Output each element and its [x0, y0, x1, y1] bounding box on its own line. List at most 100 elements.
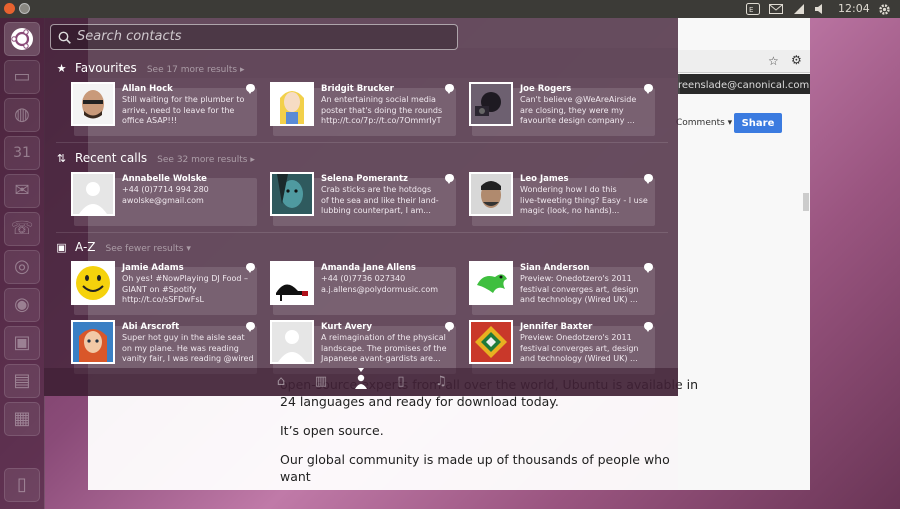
- see-fewer-label: See fewer results: [105, 244, 184, 254]
- comments-dropdown[interactable]: Comments ▾: [676, 118, 732, 128]
- avatar: [71, 320, 115, 364]
- media-icon[interactable]: ◉: [4, 288, 40, 322]
- message-bubble-icon: [644, 84, 653, 94]
- contact-status: Can't believe @WeAreAirside are closing,…: [520, 95, 637, 125]
- mail-app-icon[interactable]: ✉: [4, 174, 40, 208]
- message-bubble-icon: [644, 263, 653, 273]
- contact-card[interactable]: Amanda Jane Allens +44 (0)7736 027340 a.…: [270, 261, 456, 315]
- contact-card[interactable]: Joe Rogers Can't believe @WeAreAirside a…: [469, 82, 655, 136]
- contact-name: Joe Rogers: [520, 84, 572, 94]
- star-icon: ★: [56, 62, 67, 75]
- contact-name: Amanda Jane Allens: [321, 263, 416, 273]
- message-bubble-icon: [445, 322, 454, 332]
- contact-status: Wondering how I do this live-tweeting th…: [520, 185, 648, 215]
- gear-icon[interactable]: [876, 2, 892, 16]
- message-bubble-icon: [246, 263, 255, 273]
- recent-calls-icon: ⇅: [56, 152, 67, 165]
- see-fewer-link[interactable]: See fewer results ▾: [106, 244, 191, 254]
- section-recent-calls[interactable]: ⇅ Recent calls See 32 more results ▸: [56, 151, 255, 165]
- launcher: ▭ ◍ 31 ✉ ☏ ◎ ◉ ▣ ▤ ▦ ▯: [0, 18, 45, 509]
- contact-name: Abi Arscroft: [122, 322, 180, 332]
- search-icon: [58, 31, 71, 44]
- maximize-window-button[interactable]: [19, 3, 30, 14]
- avatar: [469, 261, 513, 305]
- bookmark-star-icon[interactable]: ☆: [768, 54, 779, 68]
- keyboard-layout-icon[interactable]: E: [745, 2, 761, 16]
- contact-card[interactable]: Jamie Adams Oh yes! #NowPlaying DJ Food …: [71, 261, 257, 315]
- avatar: [469, 172, 513, 216]
- home-folder-icon[interactable]: ▭: [4, 60, 40, 94]
- contact-status: Crab sticks are the hotdogs of the sea a…: [321, 185, 439, 215]
- contact-card[interactable]: Annabelle Wolske +44 (0)7714 994 280 awo…: [71, 172, 257, 226]
- section-title: Favourites: [75, 61, 137, 75]
- contact-card[interactable]: Selena Pomerantz Crab sticks are the hot…: [270, 172, 456, 226]
- section-title: A-Z: [75, 240, 96, 254]
- top-panel: E 12:04: [0, 0, 900, 18]
- avatar: [71, 82, 115, 126]
- applications-lens-icon[interactable]: ▥: [313, 374, 329, 390]
- calendar-icon[interactable]: 31: [4, 136, 40, 170]
- music-lens-icon[interactable]: ♫: [433, 374, 449, 390]
- divider: [56, 232, 668, 233]
- contact-status: Super hot guy in the aisle seat on my pl…: [122, 333, 254, 363]
- contact-name: Bridgit Brucker: [321, 84, 394, 94]
- see-more-link[interactable]: See 17 more results ▸: [147, 65, 245, 75]
- dash-home-button[interactable]: [4, 22, 40, 56]
- section-favourites[interactable]: ★ Favourites See 17 more results ▸: [56, 61, 245, 75]
- wrench-icon[interactable]: ⚙: [791, 53, 802, 67]
- files-lens-icon[interactable]: ▯: [393, 374, 409, 390]
- volume-icon[interactable]: [813, 2, 827, 16]
- contact-card[interactable]: Allan Hock Still waiting for the plumber…: [71, 82, 257, 136]
- contact-name: Sian Anderson: [520, 263, 590, 273]
- share-button[interactable]: Share: [734, 113, 782, 133]
- active-lens-indicator: [358, 368, 364, 372]
- contact-card[interactable]: Jennifer Baxter Preview: Onedotzero's 20…: [469, 320, 655, 374]
- trash-icon[interactable]: ▯: [4, 468, 40, 502]
- dash-edge: [678, 18, 680, 396]
- search-box[interactable]: [50, 24, 458, 50]
- section-title: Recent calls: [75, 151, 148, 165]
- section-a-z[interactable]: ▣ A-Z See fewer results ▾: [56, 240, 191, 254]
- search-input[interactable]: [75, 28, 449, 45]
- workspaces-icon[interactable]: ▦: [4, 402, 40, 436]
- contact-card[interactable]: Bridgit Brucker An entertaining social m…: [270, 82, 456, 136]
- home-lens-icon[interactable]: ⌂: [273, 374, 289, 390]
- contact-card[interactable]: Kurt Avery A reimagination of the physic…: [270, 320, 456, 374]
- contact-status: Preview: Onedotzero's 2011 festival conv…: [520, 333, 639, 363]
- contact-card[interactable]: Abi Arscroft Super hot guy in the aisle …: [71, 320, 257, 374]
- message-bubble-icon: [445, 84, 454, 94]
- see-more-link[interactable]: See 32 more results ▸: [157, 155, 255, 165]
- people-lens-icon[interactable]: [353, 374, 369, 390]
- photos-icon[interactable]: ▣: [4, 326, 40, 360]
- phone-icon[interactable]: ☏: [4, 212, 40, 246]
- contact-status: Oh yes! #NowPlaying DJ Food – GIANT on #…: [122, 274, 248, 304]
- software-center-icon[interactable]: ▤: [4, 364, 40, 398]
- music-player-icon[interactable]: ◎: [4, 250, 40, 284]
- contact-name: Jamie Adams: [122, 263, 184, 273]
- contact-card[interactable]: Leo James Wondering how I do this live-t…: [469, 172, 655, 226]
- contact-details: +44 (0)7736 027340 a.j.allens@polydormus…: [321, 274, 439, 294]
- firefox-icon[interactable]: ◍: [4, 98, 40, 132]
- see-more-label: See 17 more results: [146, 65, 238, 75]
- avatar: [270, 320, 314, 364]
- network-icon[interactable]: [792, 2, 806, 16]
- contact-card[interactable]: Sian Anderson Preview: Onedotzero's 2011…: [469, 261, 655, 315]
- close-window-button[interactable]: [4, 3, 15, 14]
- avatar: [270, 261, 314, 305]
- message-bubble-icon: [246, 84, 255, 94]
- paragraph: Our global community is made up of thous…: [280, 452, 670, 484]
- see-more-label: See 32 more results: [157, 155, 248, 165]
- message-bubble-icon: [445, 174, 454, 184]
- contact-details: +44 (0)7714 994 280 awolske@gmail.com: [122, 185, 209, 205]
- paragraph: It’s open source.: [280, 423, 384, 438]
- mail-icon[interactable]: [768, 2, 784, 16]
- scrollbar-thumb[interactable]: [803, 193, 809, 211]
- svg-text:E: E: [749, 6, 753, 14]
- account-email[interactable]: reenslade@canonical.com: [678, 80, 809, 91]
- contact-name: Selena Pomerantz: [321, 174, 408, 184]
- contact-name: Leo James: [520, 174, 569, 184]
- contacts-book-icon: ▣: [56, 241, 67, 254]
- clock[interactable]: 12:04: [838, 2, 870, 15]
- avatar: [469, 82, 513, 126]
- avatar: [270, 172, 314, 216]
